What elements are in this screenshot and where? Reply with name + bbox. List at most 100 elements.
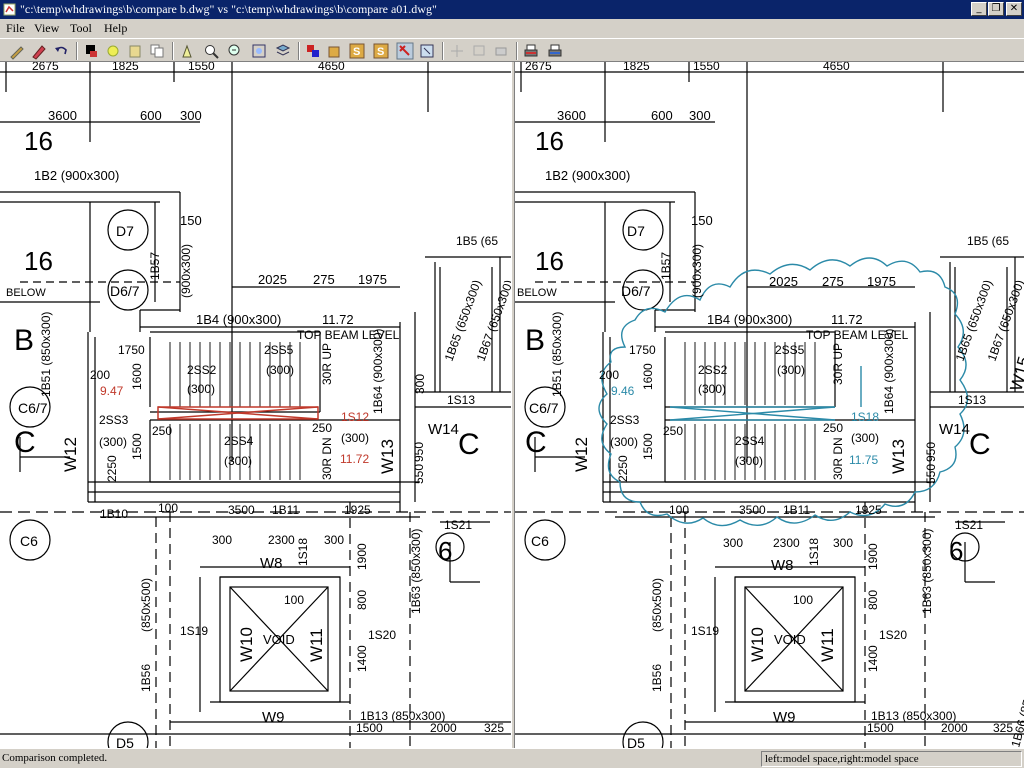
close-button[interactable]: ✕ [1006,2,1022,16]
s-outline-icon[interactable]: S [372,42,390,60]
restore-icon: ❐ [991,3,1001,14]
zoom-window-icon[interactable] [202,42,220,60]
grid-label: 16 [24,126,53,156]
crosshair-icon[interactable] [448,42,466,60]
grid-label: 6 [949,536,963,566]
dim-label: 950 [412,442,426,462]
beam-label: 1B51 (850x300) [550,312,564,397]
beam-label: 1B4 (900x300) [196,312,281,327]
beam-label: 1S21 [444,518,472,532]
slab-size: (300) [735,454,763,468]
beam-label: 1B11 [783,503,810,517]
dim-label: 300 [413,374,427,394]
left-diff-level2: 11.72 [340,452,369,466]
beam-label: 1B63 (850x300) [920,529,934,614]
left-drawing-pane[interactable]: 9.47 1S12 (300) 11.72 2675 1825 1550 465… [0,62,511,748]
menu-file[interactable]: File [6,21,25,36]
slab-size: (300) [777,363,805,377]
wall-label: W8 [260,555,283,572]
toolbar-separator [442,42,444,60]
s-icon[interactable]: S [348,42,366,60]
dim-label: 2025 [769,274,798,289]
dim-label: 100 [669,503,689,517]
layers-icon[interactable] [274,42,292,60]
dim-label: 1900 [355,543,369,570]
right-diff-level2: 11.75 [849,453,878,467]
grid-label: B [14,324,34,357]
dim-label: 1900 [866,543,880,570]
print-preview-icon[interactable] [546,42,564,60]
below-label: BELOW [517,287,557,299]
beam-size: (900x300) [179,244,193,298]
fit-icon[interactable] [418,42,436,60]
maximize-button[interactable]: ❐ [988,2,1004,16]
copy-icon[interactable] [148,42,166,60]
title-bar[interactable]: "c:\temp\whdrawings\b\compare b.dwg" vs … [0,0,1024,19]
slab-size: (300) [187,382,215,396]
dim-label: 1600 [641,363,655,390]
dim-label: 1975 [867,274,896,289]
beam-label: 1B57 [148,252,162,280]
open-doc-icon[interactable] [126,42,144,60]
beam-label: 1B2 (900x300) [34,168,119,183]
left-drawing-canvas[interactable]: 9.47 1S12 (300) 11.72 2675 1825 1550 465… [0,62,511,748]
print-icon[interactable] [522,42,540,60]
right-diff-size: (300) [851,431,879,445]
dim-label: 100 [158,501,178,515]
dim-label: 300 [723,536,743,550]
wall-label: W12 [61,437,80,472]
circle-icon[interactable] [104,42,122,60]
beam-label: 1B66 (850x300) [1008,663,1024,748]
column-label: C6/7 [18,400,48,416]
menu-tool[interactable]: Tool [70,21,92,36]
status-space: left:model space,right:model space [761,751,1022,767]
window-title: "c:\temp\whdrawings\b\compare b.dwg" vs … [20,2,437,16]
window-icon[interactable] [470,42,488,60]
right-drawing-canvas[interactable]: 9.46 1S18 (300) 11.75 2675 1825 1550 465… [515,62,1024,748]
dim-label: 2250 [616,455,630,482]
column-label: C6/7 [529,400,559,416]
grid-label: B [525,324,545,357]
dim-label: 200 [90,368,110,382]
dim-label: 800 [355,590,369,610]
minimize-button[interactable]: _ [971,2,987,16]
undo-icon[interactable] [52,42,70,60]
select-icon[interactable] [396,42,414,60]
dim-label: 1550 [693,62,720,73]
column-label: C6 [20,533,38,549]
menu-help[interactable]: Help [104,21,127,36]
right-diff-mark: 1S18 [851,410,879,424]
toolbar-separator [516,42,518,60]
beam-label: 1B11 [272,503,299,517]
column-label: D7 [116,223,134,239]
beam-label: 1S13 [958,393,986,407]
dim-label: 1500 [641,433,655,460]
dim-label: 250 [312,421,332,435]
stair-down: 30R DN [831,437,845,480]
dim-label: 3600 [48,108,77,123]
status-bar: Comparison completed. left:model space,r… [0,748,1024,768]
zoom-realtime-icon[interactable] [226,42,244,60]
stack-icon[interactable] [326,42,344,60]
color-compare-icon[interactable] [304,42,322,60]
beam-label: 1S19 [691,624,719,638]
dim-label: 1600 [130,363,144,390]
pen-icon[interactable] [8,42,26,60]
overlay-icon[interactable] [492,42,510,60]
dim-label: 1500 [356,721,383,735]
beam-label: 1B5 (65 [456,234,498,248]
right-drawing-pane[interactable]: 9.46 1S18 (300) 11.75 2675 1825 1550 465… [515,62,1024,748]
beam-label: 1S18 [807,538,821,566]
dim-label: 3600 [557,108,586,123]
menu-view[interactable]: View [34,21,59,36]
menu-bar: File View Tool Help [0,19,1024,38]
dim-label: 2675 [32,62,59,73]
wall-label: W11 [818,628,837,662]
stair-down: 30R DN [320,437,334,480]
pan-icon[interactable] [178,42,196,60]
zoom-extents-icon[interactable] [250,42,268,60]
beam-label: 1S18 [296,538,310,566]
black-square-icon[interactable] [82,42,100,60]
dim-label: 600 [651,108,673,123]
eraser-icon[interactable] [30,42,48,60]
